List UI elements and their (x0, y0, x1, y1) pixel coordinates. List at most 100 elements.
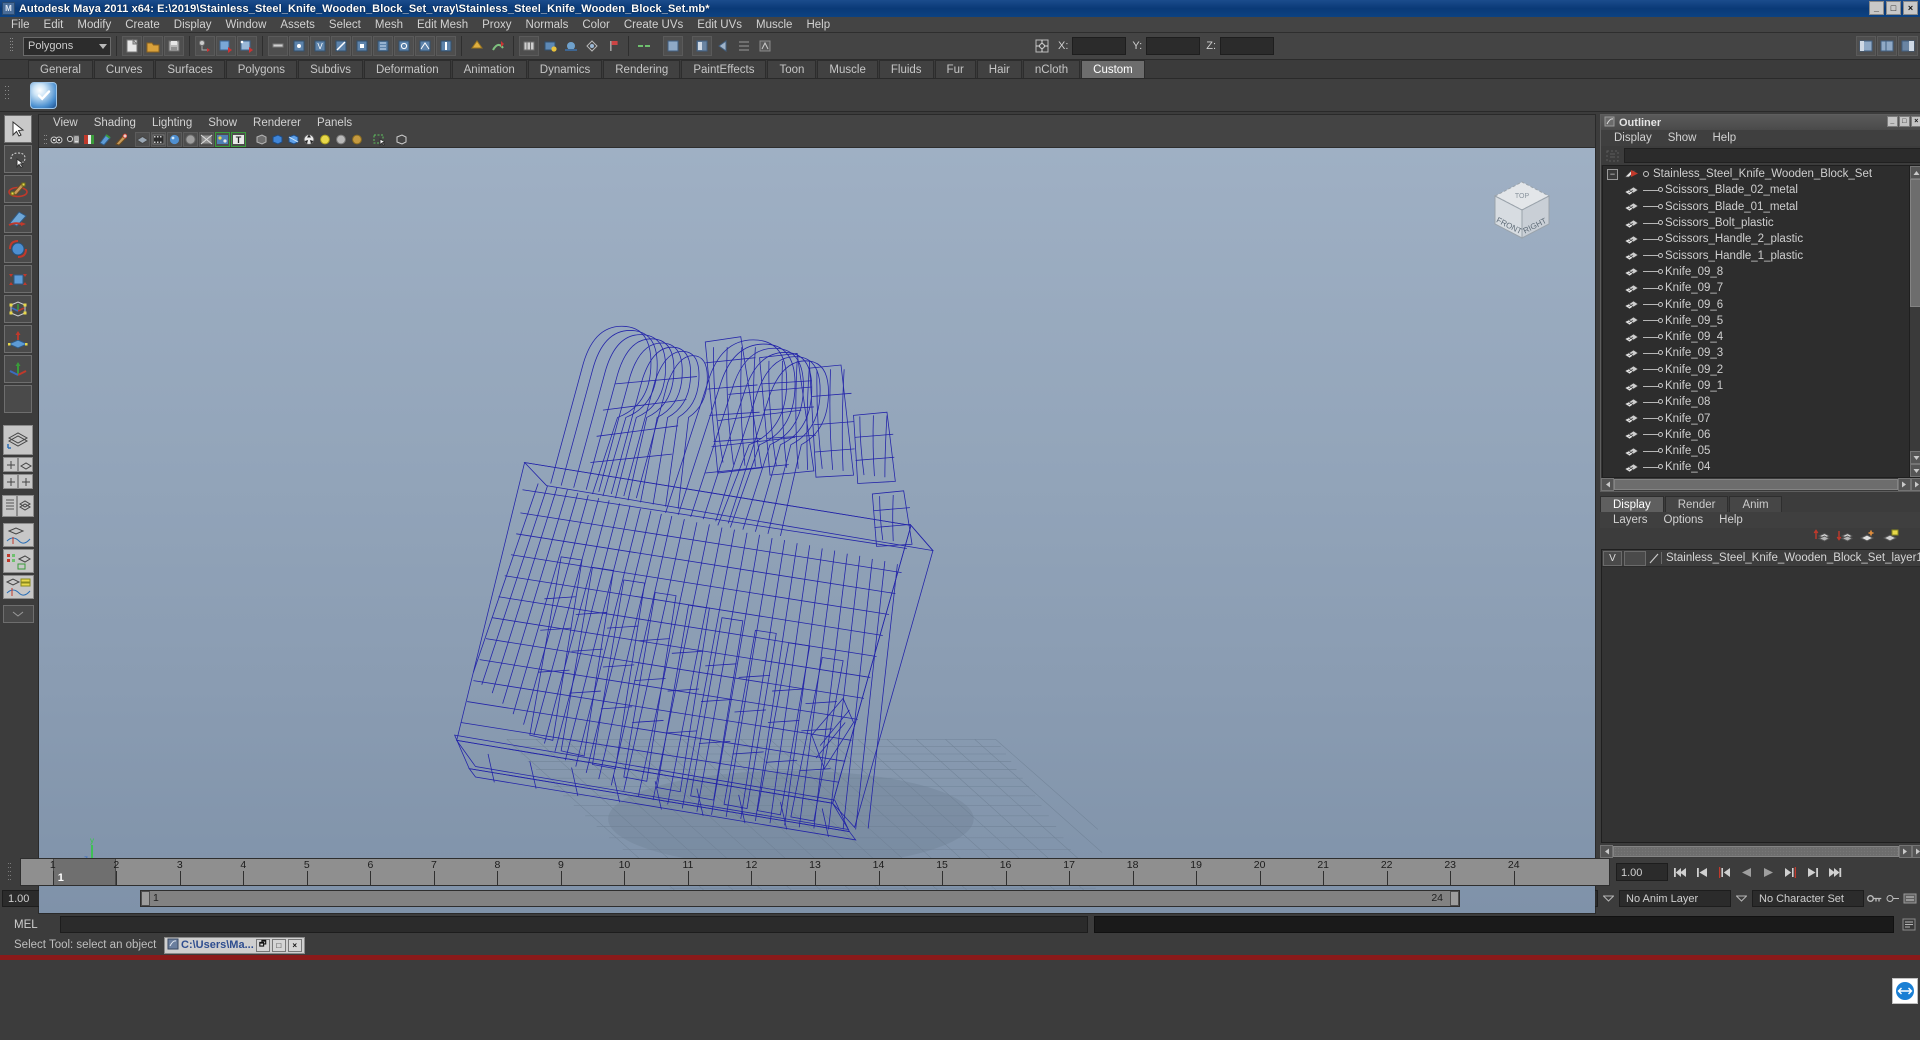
outliner-item-row[interactable]: Knife_09_3 (1603, 345, 1920, 361)
render-flag-button[interactable] (603, 36, 623, 56)
sidebar-toggle-4-button[interactable] (734, 36, 754, 56)
step-back-key-button[interactable] (1693, 863, 1712, 882)
viewport-menu-renderer[interactable]: Renderer (245, 115, 309, 131)
layer-row[interactable]: V Stainless_Steel_Knife_Wooden_Block_Set_… (1602, 550, 1920, 567)
outliner-hscroll-page-right-button[interactable] (1910, 478, 1920, 491)
go-to-end-button[interactable] (1825, 863, 1844, 882)
show-attribute-editor-button[interactable] (1877, 36, 1897, 56)
two-pane-layout-button[interactable] (3, 474, 18, 489)
menu-item-assets[interactable]: Assets (273, 17, 322, 33)
taskbar-restore-button[interactable]: 🗗 (255, 938, 270, 952)
texture-display-icon[interactable] (215, 131, 230, 147)
anim-layer-selector[interactable]: No Anim Layer (1619, 889, 1731, 907)
command-input[interactable] (60, 916, 1088, 933)
select-by-object-type-button[interactable] (216, 36, 236, 56)
range-right-handle[interactable] (1450, 890, 1459, 906)
sidebar-toggle-1-button[interactable] (663, 36, 683, 56)
four-view-layout-button[interactable] (3, 457, 18, 472)
outliner-item-row[interactable]: Knife_07 (1603, 410, 1920, 426)
menu-item-mesh[interactable]: Mesh (368, 17, 410, 33)
shelf-tab-subdivs[interactable]: Subdivs (298, 60, 363, 78)
mask-uvs-button[interactable] (373, 36, 393, 56)
image-plane-icon[interactable] (81, 132, 96, 147)
layer-hscroll-thumb[interactable] (1613, 846, 1899, 857)
play-forwards-button[interactable] (1759, 863, 1778, 882)
outliner-scroll-page-down-button[interactable] (1909, 464, 1920, 477)
outliner-scroll-down-button[interactable] (1909, 451, 1920, 464)
shelf-tab-fur[interactable]: Fur (934, 60, 976, 78)
layer-list[interactable]: V Stainless_Steel_Knife_Wooden_Block_Set_… (1601, 549, 1920, 843)
snap-to-grid-button[interactable] (467, 36, 487, 56)
menuset-selector[interactable]: Polygons (23, 36, 111, 56)
shaded-wireframe-icon[interactable] (199, 131, 214, 147)
persp-outliner-layout-button[interactable] (18, 457, 33, 472)
lighting-selected-icon[interactable] (349, 132, 364, 147)
outliner-collapse-icon[interactable]: − (1607, 168, 1618, 180)
smooth-shade-all-icon[interactable] (151, 131, 166, 147)
outliner-item-row[interactable]: Knife_04 (1603, 459, 1920, 475)
outliner-menu-show[interactable]: Show (1660, 132, 1705, 144)
isolate-select-icon[interactable] (371, 132, 386, 147)
menu-item-normals[interactable]: Normals (519, 17, 576, 33)
camera-attributes-icon[interactable] (65, 132, 80, 147)
paint-selection-tool-button[interactable] (4, 175, 32, 203)
command-language-label[interactable]: MEL (14, 919, 56, 931)
move-layer-down-icon[interactable] (1836, 529, 1853, 546)
viewport-menu-panels[interactable]: Panels (309, 115, 360, 131)
time-slider-track[interactable]: 1 1 2 3 4 5 6 7 8 9 10 11 12 13 14 15 16 17 18 19 20 21 22 23 2… (20, 858, 1610, 886)
layer-editor-tab-render[interactable]: Render (1664, 496, 1729, 512)
shelf-tab-muscle[interactable]: Muscle (817, 60, 878, 78)
viewport-canvas[interactable]: FRONT RIGHT TOP y x z (39, 148, 1595, 914)
shelf-tab-hair[interactable]: Hair (976, 60, 1022, 78)
menu-item-edit-mesh[interactable]: Edit Mesh (410, 17, 475, 33)
outliner-item-row[interactable]: Scissors_Handle_2_plastic (1603, 231, 1920, 247)
layer-playback-toggle[interactable] (1624, 550, 1646, 566)
viewport-menu-view[interactable]: View (45, 115, 86, 131)
mask-vertices-button[interactable]: V (310, 36, 330, 56)
outliner-window-controls[interactable]: _ □ × (1886, 116, 1920, 127)
shelf-item-checkmark-icon[interactable] (30, 81, 57, 109)
outliner-close-button[interactable]: × (1910, 116, 1920, 127)
viewport-menu-lighting[interactable]: Lighting (144, 115, 200, 131)
go-to-start-button[interactable] (1671, 863, 1690, 882)
lighting-all-icon[interactable] (333, 132, 348, 147)
step-forward-frame-button[interactable] (1781, 863, 1800, 882)
sidebar-toggle-3-button[interactable] (713, 36, 733, 56)
outliner-item-row[interactable]: Scissors_Blade_02_metal (1603, 182, 1920, 198)
shelf-tab-surfaces[interactable]: Surfaces (155, 60, 225, 78)
save-scene-button[interactable] (164, 36, 184, 56)
shelf-tab-curves[interactable]: Curves (93, 60, 155, 78)
xray-joints-icon[interactable] (285, 132, 300, 147)
shelf-tab-painteffects[interactable]: PaintEffects (681, 60, 767, 78)
step-forward-key-button[interactable] (1803, 863, 1822, 882)
outliner-item-row[interactable]: Knife_09_7 (1603, 280, 1920, 296)
outliner-hscroll-left-button[interactable] (1601, 478, 1614, 491)
rotate-tool-button[interactable] (4, 235, 32, 263)
layer-hscroll-left-button[interactable] (1600, 845, 1613, 858)
use-all-lights-icon[interactable]: T (231, 131, 246, 147)
two-dimensional-pan-zoom-icon[interactable] (97, 132, 112, 147)
layer-menu-options[interactable]: Options (1656, 514, 1712, 526)
script-editor-button[interactable] (1898, 918, 1920, 931)
range-left-handle[interactable] (141, 890, 150, 906)
menu-item-help[interactable]: Help (799, 17, 837, 33)
ipr-render-button[interactable] (561, 36, 581, 56)
layer-editor-tab-display[interactable]: Display (1600, 496, 1664, 512)
new-layer-icon[interactable] (1859, 529, 1876, 546)
z-field[interactable] (1220, 37, 1274, 55)
outliner-filter-icon[interactable] (1604, 148, 1621, 164)
taskbar-window-button[interactable]: C:\Users\Ma... 🗗 □ × (164, 936, 305, 954)
high-quality-render-icon[interactable] (301, 132, 316, 147)
outliner-root-row[interactable]: − Stainless_Steel_Knife_Wooden_Block_Set (1603, 166, 1920, 182)
render-settings-button[interactable] (582, 36, 602, 56)
construction-history-button[interactable] (519, 36, 539, 56)
menu-item-edit-uvs[interactable]: Edit UVs (690, 17, 749, 33)
shelf-tab-general[interactable]: General (28, 60, 93, 78)
menu-item-muscle[interactable]: Muscle (749, 17, 799, 33)
outliner-item-row[interactable]: Scissors_Handle_1_plastic (1603, 247, 1920, 263)
select-tool-button[interactable] (4, 115, 32, 143)
persp-graph-layout-button[interactable] (2, 523, 34, 547)
outliner-item-row[interactable]: Knife_08 (1603, 394, 1920, 410)
y-field[interactable] (1146, 37, 1201, 55)
xray-display-icon[interactable] (269, 132, 284, 147)
